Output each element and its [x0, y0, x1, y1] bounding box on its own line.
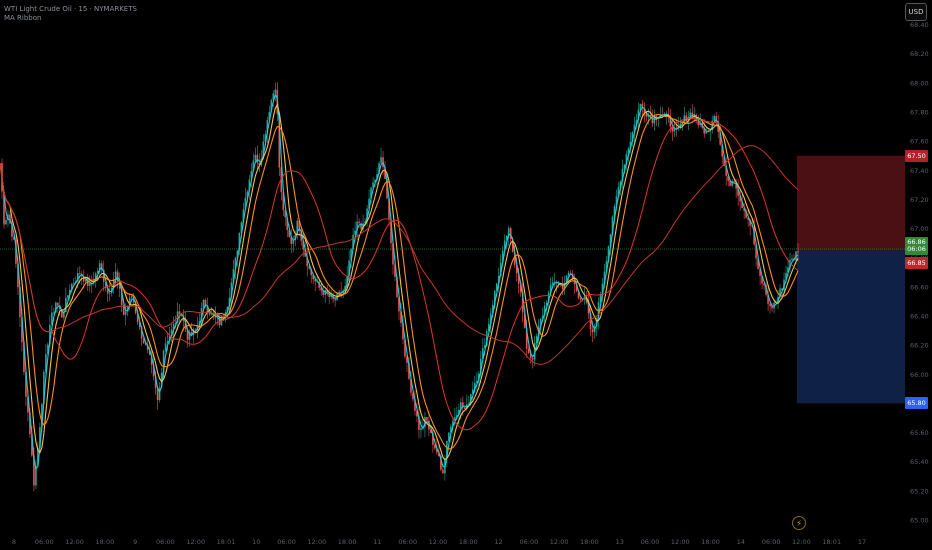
chart-header: WTI Light Crude Oil · 15 · NYMARKETS MA …: [4, 5, 137, 23]
x-tick-label: 17: [858, 538, 866, 546]
y-tick-label: 67.20: [910, 196, 929, 204]
ma-line: [0, 113, 799, 450]
y-tick-label: 67.60: [910, 138, 929, 146]
candle-body: [73, 282, 75, 284]
candle-body: [380, 157, 382, 164]
candle-body: [420, 428, 422, 430]
x-axis: 8 06:00 12:00 18:00 9 06:00 12:00 18:01 10 06:00 1…: [12, 538, 866, 546]
x-tick-label: 12:00: [792, 538, 811, 546]
x-tick-label: 06:00: [35, 538, 54, 546]
candle-body: [274, 89, 277, 94]
x-tick-label: 12:00: [186, 538, 205, 546]
x-tick-label: 10: [252, 538, 260, 546]
candle-body: [88, 283, 91, 286]
candle-body: [527, 348, 530, 353]
x-tick-label: 9: [133, 538, 137, 546]
stop-zone-rect: [797, 155, 905, 251]
x-tick-label: 18:01: [217, 538, 236, 546]
candle-body: [5, 219, 7, 225]
y-tick-label: 66.00: [910, 371, 929, 379]
x-tick-label: 06:00: [277, 538, 296, 546]
x-tick-label: 14: [737, 538, 745, 546]
stop-loss-zone[interactable]: [797, 155, 905, 251]
candle-body: [591, 329, 594, 333]
x-tick-label: 12: [494, 538, 502, 546]
candle-body: [108, 293, 111, 294]
target-zone-rect: [797, 250, 905, 404]
candle-body: [713, 116, 716, 121]
x-tick-label: 18:00: [338, 538, 357, 546]
x-tick-label: 18:00: [580, 538, 599, 546]
entry-price-tag: 66.85: [905, 257, 928, 270]
current-price-countdown: 06:06: [907, 244, 926, 253]
candle-body: [464, 407, 466, 409]
candle-body: [791, 258, 793, 261]
candle-body: [426, 417, 428, 421]
candle-body: [130, 295, 133, 298]
y-axis: 68.40 68.20 68.00 67.80 67.60 67.40 67.20 67.00…: [910, 21, 929, 524]
y-tick-label: 65.60: [910, 429, 929, 437]
y-tick-label: 68.00: [910, 79, 929, 87]
indicator-line: MA Ribbon: [4, 14, 42, 22]
take-profit-zone[interactable]: [797, 250, 905, 404]
x-tick-label: 12:00: [65, 538, 84, 546]
x-tick-label: 12:00: [550, 538, 569, 546]
x-tick-label: 13: [616, 538, 624, 546]
candle-body: [733, 181, 735, 182]
candle-body: [358, 221, 360, 224]
x-tick-label: 06:00: [762, 538, 781, 546]
y-tick-label: 67.80: [910, 109, 929, 117]
current-price-tag: 66.86 06:06: [905, 236, 928, 255]
candle-body: [178, 311, 181, 315]
y-tick-label: 67.00: [910, 225, 929, 233]
y-tick-label: 66.20: [910, 342, 929, 350]
x-tick-label: 06:00: [519, 538, 538, 546]
candle-body: [57, 302, 59, 306]
symbol-line: WTI Light Crude Oil · 15 · NYMARKETS: [4, 5, 137, 13]
candle-body: [797, 251, 799, 253]
candle-body: [254, 154, 257, 161]
candle-body: [67, 295, 69, 298]
x-tick-label: 18:00: [459, 538, 478, 546]
y-tick-label: 66.40: [910, 313, 929, 321]
price-chart[interactable]: 68.40 68.20 68.00 67.80 67.60 67.40 67.20 67.00…: [0, 0, 932, 550]
x-tick-label: 18:00: [95, 538, 114, 546]
candle-body: [202, 299, 205, 308]
stop-price-tag: 67.50: [905, 149, 928, 162]
candle-body: [531, 358, 534, 360]
candle-body: [116, 271, 119, 281]
currency-button[interactable]: USD: [905, 3, 927, 21]
candle-body: [124, 311, 127, 315]
x-tick-label: 11: [373, 538, 381, 546]
y-tick-label: 66.60: [910, 283, 929, 291]
x-tick-label: 12:00: [307, 538, 326, 546]
ma-line: [0, 145, 799, 365]
x-tick-label: 12:00: [429, 538, 448, 546]
y-tick-label: 68.20: [910, 50, 929, 58]
candle-body: [334, 299, 336, 301]
y-tick-label: 67.40: [910, 167, 929, 175]
y-tick-label: 65.20: [910, 487, 929, 495]
x-tick-label: 18:00: [701, 538, 720, 546]
y-tick-label: 65.40: [910, 458, 929, 466]
y-tick-label: 65.00: [910, 517, 929, 525]
candle-body: [79, 273, 81, 274]
ma-ribbon: [0, 92, 799, 471]
candle-body: [442, 469, 444, 474]
x-tick-label: 06:00: [156, 538, 175, 546]
x-tick-label: 06:00: [641, 538, 660, 546]
target-price-tag: 65.80: [905, 397, 928, 410]
x-tick-label: 12:00: [671, 538, 690, 546]
candle-body: [164, 343, 167, 351]
x-tick-label: 06:00: [398, 538, 417, 546]
x-tick-label: 18:01: [822, 538, 841, 546]
y-tick-label: 68.40: [910, 21, 929, 29]
candle-body: [769, 303, 771, 307]
x-tick-label: 8: [12, 538, 16, 546]
lightning-icon[interactable]: ⚡: [792, 516, 806, 530]
candle-body: [567, 272, 570, 276]
candle-body: [579, 298, 582, 300]
